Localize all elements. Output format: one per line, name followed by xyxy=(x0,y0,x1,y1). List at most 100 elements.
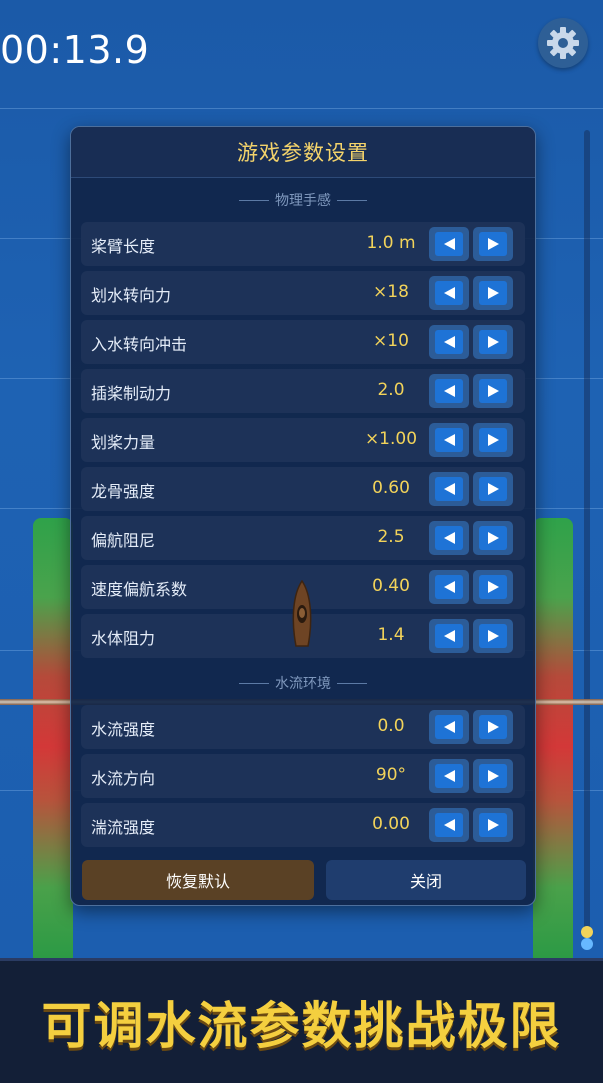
param-label: 偏航阻尼 xyxy=(91,531,156,550)
arrow-right-icon xyxy=(479,813,507,837)
param-label: 划桨力量 xyxy=(91,433,156,452)
settings-button[interactable] xyxy=(538,18,588,68)
settings-panel: 游戏参数设置 物理手感 桨臂长度 1.0 m 划水转向力 ×18 入水转向冲击 ×10 插桨… xyxy=(70,126,536,906)
arrow-left-icon xyxy=(435,813,463,837)
water-rows: 水流强度 0.0 水流方向 90° 湍流强度 0.00 xyxy=(71,705,535,847)
progress-marker xyxy=(581,938,593,950)
param-row: 湍流强度 0.00 xyxy=(81,803,525,847)
right-lane-gauge xyxy=(533,518,573,958)
increase-button[interactable] xyxy=(473,276,513,310)
increase-button[interactable] xyxy=(473,472,513,506)
param-row: 划桨力量 ×1.00 xyxy=(81,418,525,462)
race-timer: 00:13.9 xyxy=(0,28,150,72)
param-value: 0.0 xyxy=(377,716,405,736)
decrease-button[interactable] xyxy=(429,423,469,457)
section-label-water: 水流环境 xyxy=(71,661,535,705)
param-value: 2.0 xyxy=(377,380,405,400)
section-label-physics: 物理手感 xyxy=(71,178,535,222)
decrease-button[interactable] xyxy=(429,472,469,506)
arrow-right-icon xyxy=(479,764,507,788)
decrease-button[interactable] xyxy=(429,374,469,408)
param-label: 水流强度 xyxy=(91,720,156,739)
decrease-button[interactable] xyxy=(429,759,469,793)
param-label: 湍流强度 xyxy=(91,818,156,837)
reset-defaults-button[interactable]: 恢复默认 xyxy=(82,860,314,900)
panel-header: 游戏参数设置 xyxy=(71,127,535,178)
param-label: 插桨制动力 xyxy=(91,384,172,403)
param-value: ×18 xyxy=(373,282,409,302)
decrease-button[interactable] xyxy=(429,710,469,744)
decrease-button[interactable] xyxy=(429,325,469,359)
increase-button[interactable] xyxy=(473,325,513,359)
lane-line xyxy=(0,108,603,109)
arrow-right-icon xyxy=(479,232,507,256)
increase-button[interactable] xyxy=(473,619,513,653)
param-row: 水流强度 0.0 xyxy=(81,705,525,749)
arrow-right-icon xyxy=(479,428,507,452)
decrease-button[interactable] xyxy=(429,276,469,310)
arrow-right-icon xyxy=(479,379,507,403)
decrease-button[interactable] xyxy=(429,619,469,653)
param-row: 水流方向 90° xyxy=(81,754,525,798)
decrease-button[interactable] xyxy=(429,227,469,261)
arrow-right-icon xyxy=(479,526,507,550)
gear-icon xyxy=(547,27,579,59)
progress-track xyxy=(584,130,590,930)
increase-button[interactable] xyxy=(473,710,513,744)
param-row: 桨臂长度 1.0 m xyxy=(81,222,525,266)
param-value: ×1.00 xyxy=(364,429,418,449)
arrow-left-icon xyxy=(435,477,463,501)
param-label: 速度偏航系数 xyxy=(91,580,188,599)
param-label: 桨臂长度 xyxy=(91,237,156,256)
arrow-left-icon xyxy=(435,715,463,739)
increase-button[interactable] xyxy=(473,423,513,457)
arrow-right-icon xyxy=(479,624,507,648)
close-button[interactable]: 关闭 xyxy=(326,860,526,900)
increase-button[interactable] xyxy=(473,759,513,793)
arrow-left-icon xyxy=(435,281,463,305)
panel-title: 游戏参数设置 xyxy=(237,141,369,165)
left-lane-gauge xyxy=(33,518,73,958)
param-row: 划水转向力 ×18 xyxy=(81,271,525,315)
decrease-button[interactable] xyxy=(429,808,469,842)
param-value: 0.00 xyxy=(372,814,410,834)
param-value: 0.60 xyxy=(372,478,410,498)
arrow-left-icon xyxy=(435,526,463,550)
arrow-left-icon xyxy=(435,575,463,599)
increase-button[interactable] xyxy=(473,227,513,261)
arrow-left-icon xyxy=(435,379,463,403)
param-row: 入水转向冲击 ×10 xyxy=(81,320,525,364)
param-value: 90° xyxy=(375,765,407,785)
increase-button[interactable] xyxy=(473,570,513,604)
arrow-right-icon xyxy=(479,715,507,739)
param-value: ×10 xyxy=(373,331,409,351)
promo-banner: 可调水流参数挑战极限 xyxy=(0,958,603,1083)
arrow-right-icon xyxy=(479,330,507,354)
progress-marker xyxy=(581,926,593,938)
arrow-left-icon xyxy=(435,330,463,354)
param-value: 1.0 m xyxy=(366,233,416,253)
param-row: 插桨制动力 2.0 xyxy=(81,369,525,413)
param-label: 水流方向 xyxy=(91,769,156,788)
decrease-button[interactable] xyxy=(429,521,469,555)
rowing-boat xyxy=(292,580,312,647)
param-value: 1.4 xyxy=(377,625,405,645)
param-value: 2.5 xyxy=(377,527,405,547)
increase-button[interactable] xyxy=(473,374,513,408)
decrease-button[interactable] xyxy=(429,570,469,604)
param-label: 入水转向冲击 xyxy=(91,335,188,354)
arrow-right-icon xyxy=(479,281,507,305)
arrow-left-icon xyxy=(435,764,463,788)
increase-button[interactable] xyxy=(473,521,513,555)
arrow-right-icon xyxy=(479,575,507,599)
param-label: 水体阻力 xyxy=(91,629,156,648)
increase-button[interactable] xyxy=(473,808,513,842)
arrow-left-icon xyxy=(435,232,463,256)
param-value: 0.40 xyxy=(372,576,410,596)
param-row: 偏航阻尼 2.5 xyxy=(81,516,525,560)
param-label: 龙骨强度 xyxy=(91,482,156,501)
arrow-left-icon xyxy=(435,428,463,452)
param-row: 龙骨强度 0.60 xyxy=(81,467,525,511)
arrow-right-icon xyxy=(479,477,507,501)
arrow-left-icon xyxy=(435,624,463,648)
